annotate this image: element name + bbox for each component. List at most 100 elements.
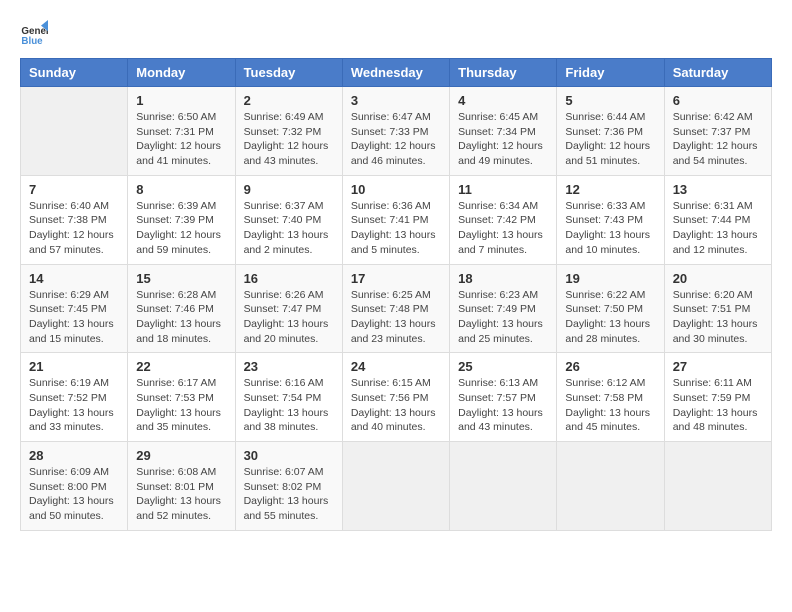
calendar-week-4: 21 Sunrise: 6:19 AM Sunset: 7:52 PM Dayli… <box>21 353 772 442</box>
day-number: 6 <box>673 93 763 108</box>
day-number: 9 <box>244 182 334 197</box>
calendar-cell: 14 Sunrise: 6:29 AM Sunset: 7:45 PM Dayli… <box>21 264 128 353</box>
day-info: Sunrise: 6:22 AM Sunset: 7:50 PM Dayligh… <box>565 288 655 347</box>
day-info: Sunrise: 6:25 AM Sunset: 7:48 PM Dayligh… <box>351 288 441 347</box>
svg-text:Blue: Blue <box>21 36 43 47</box>
calendar-cell: 16 Sunrise: 6:26 AM Sunset: 7:47 PM Dayli… <box>235 264 342 353</box>
calendar-cell: 17 Sunrise: 6:25 AM Sunset: 7:48 PM Dayli… <box>342 264 449 353</box>
day-info: Sunrise: 6:36 AM Sunset: 7:41 PM Dayligh… <box>351 199 441 258</box>
day-info: Sunrise: 6:45 AM Sunset: 7:34 PM Dayligh… <box>458 110 548 169</box>
col-tuesday: Tuesday <box>235 59 342 87</box>
day-number: 20 <box>673 271 763 286</box>
day-number: 23 <box>244 359 334 374</box>
day-info: Sunrise: 6:17 AM Sunset: 7:53 PM Dayligh… <box>136 376 226 435</box>
calendar-week-5: 28 Sunrise: 6:09 AM Sunset: 8:00 PM Dayli… <box>21 442 772 531</box>
day-number: 13 <box>673 182 763 197</box>
calendar-cell: 9 Sunrise: 6:37 AM Sunset: 7:40 PM Daylig… <box>235 175 342 264</box>
page-header: General Blue <box>20 20 772 48</box>
day-info: Sunrise: 6:11 AM Sunset: 7:59 PM Dayligh… <box>673 376 763 435</box>
calendar-cell: 25 Sunrise: 6:13 AM Sunset: 7:57 PM Dayli… <box>450 353 557 442</box>
col-thursday: Thursday <box>450 59 557 87</box>
day-info: Sunrise: 6:08 AM Sunset: 8:01 PM Dayligh… <box>136 465 226 524</box>
day-number: 12 <box>565 182 655 197</box>
day-info: Sunrise: 6:13 AM Sunset: 7:57 PM Dayligh… <box>458 376 548 435</box>
day-info: Sunrise: 6:50 AM Sunset: 7:31 PM Dayligh… <box>136 110 226 169</box>
calendar-cell: 18Sunrise: 6:23 AM Sunset: 7:49 PM Dayli… <box>450 264 557 353</box>
day-info: Sunrise: 6:26 AM Sunset: 7:47 PM Dayligh… <box>244 288 334 347</box>
calendar-week-1: 1 Sunrise: 6:50 AM Sunset: 7:31 PM Daylig… <box>21 87 772 176</box>
day-number: 14 <box>29 271 119 286</box>
col-monday: Monday <box>128 59 235 87</box>
calendar-cell: 23Sunrise: 6:16 AM Sunset: 7:54 PM Dayli… <box>235 353 342 442</box>
calendar-header: Sunday Monday Tuesday Wednesday Thursday… <box>21 59 772 87</box>
day-number: 28 <box>29 448 119 463</box>
day-number: 26 <box>565 359 655 374</box>
calendar-cell: 3 Sunrise: 6:47 AM Sunset: 7:33 PM Daylig… <box>342 87 449 176</box>
calendar-week-3: 14 Sunrise: 6:29 AM Sunset: 7:45 PM Dayli… <box>21 264 772 353</box>
col-saturday: Saturday <box>664 59 771 87</box>
calendar-cell: 27Sunrise: 6:11 AM Sunset: 7:59 PM Dayli… <box>664 353 771 442</box>
col-wednesday: Wednesday <box>342 59 449 87</box>
calendar-cell <box>21 87 128 176</box>
calendar-cell <box>557 442 664 531</box>
calendar-cell: 5 Sunrise: 6:44 AM Sunset: 7:36 PM Daylig… <box>557 87 664 176</box>
day-number: 16 <box>244 271 334 286</box>
day-info: Sunrise: 6:15 AM Sunset: 7:56 PM Dayligh… <box>351 376 441 435</box>
calendar-cell: 10Sunrise: 6:36 AM Sunset: 7:41 PM Dayli… <box>342 175 449 264</box>
logo: General Blue <box>20 20 48 48</box>
calendar-cell <box>342 442 449 531</box>
day-number: 25 <box>458 359 548 374</box>
calendar-body: 1 Sunrise: 6:50 AM Sunset: 7:31 PM Daylig… <box>21 87 772 531</box>
day-number: 8 <box>136 182 226 197</box>
day-number: 3 <box>351 93 441 108</box>
calendar-cell: 24 Sunrise: 6:15 AM Sunset: 7:56 PM Dayli… <box>342 353 449 442</box>
calendar-cell: 21 Sunrise: 6:19 AM Sunset: 7:52 PM Dayli… <box>21 353 128 442</box>
calendar-cell: 28 Sunrise: 6:09 AM Sunset: 8:00 PM Dayli… <box>21 442 128 531</box>
day-info: Sunrise: 6:42 AM Sunset: 7:37 PM Dayligh… <box>673 110 763 169</box>
day-number: 22 <box>136 359 226 374</box>
calendar-cell: 2 Sunrise: 6:49 AM Sunset: 7:32 PM Daylig… <box>235 87 342 176</box>
calendar-cell: 6 Sunrise: 6:42 AM Sunset: 7:37 PM Daylig… <box>664 87 771 176</box>
day-number: 5 <box>565 93 655 108</box>
day-number: 19 <box>565 271 655 286</box>
day-info: Sunrise: 6:40 AM Sunset: 7:38 PM Dayligh… <box>29 199 119 258</box>
calendar-cell: 7 Sunrise: 6:40 AM Sunset: 7:38 PM Daylig… <box>21 175 128 264</box>
calendar-cell: 22 Sunrise: 6:17 AM Sunset: 7:53 PM Dayli… <box>128 353 235 442</box>
day-number: 15 <box>136 271 226 286</box>
day-info: Sunrise: 6:09 AM Sunset: 8:00 PM Dayligh… <box>29 465 119 524</box>
day-info: Sunrise: 6:47 AM Sunset: 7:33 PM Dayligh… <box>351 110 441 169</box>
calendar-cell: 12Sunrise: 6:33 AM Sunset: 7:43 PM Dayli… <box>557 175 664 264</box>
calendar-cell: 11 Sunrise: 6:34 AM Sunset: 7:42 PM Dayli… <box>450 175 557 264</box>
calendar-week-2: 7 Sunrise: 6:40 AM Sunset: 7:38 PM Daylig… <box>21 175 772 264</box>
day-number: 7 <box>29 182 119 197</box>
day-info: Sunrise: 6:07 AM Sunset: 8:02 PM Dayligh… <box>244 465 334 524</box>
day-number: 29 <box>136 448 226 463</box>
day-number: 17 <box>351 271 441 286</box>
calendar-cell: 15 Sunrise: 6:28 AM Sunset: 7:46 PM Dayli… <box>128 264 235 353</box>
day-number: 1 <box>136 93 226 108</box>
day-number: 4 <box>458 93 548 108</box>
day-info: Sunrise: 6:34 AM Sunset: 7:42 PM Dayligh… <box>458 199 548 258</box>
calendar-cell: 8 Sunrise: 6:39 AM Sunset: 7:39 PM Daylig… <box>128 175 235 264</box>
calendar-cell: 1 Sunrise: 6:50 AM Sunset: 7:31 PM Daylig… <box>128 87 235 176</box>
day-info: Sunrise: 6:19 AM Sunset: 7:52 PM Dayligh… <box>29 376 119 435</box>
day-info: Sunrise: 6:49 AM Sunset: 7:32 PM Dayligh… <box>244 110 334 169</box>
calendar-cell <box>450 442 557 531</box>
col-sunday: Sunday <box>21 59 128 87</box>
day-info: Sunrise: 6:20 AM Sunset: 7:51 PM Dayligh… <box>673 288 763 347</box>
day-number: 24 <box>351 359 441 374</box>
day-number: 11 <box>458 182 548 197</box>
calendar-cell: 19 Sunrise: 6:22 AM Sunset: 7:50 PM Dayli… <box>557 264 664 353</box>
day-info: Sunrise: 6:39 AM Sunset: 7:39 PM Dayligh… <box>136 199 226 258</box>
col-friday: Friday <box>557 59 664 87</box>
calendar-cell: 30Sunrise: 6:07 AM Sunset: 8:02 PM Dayli… <box>235 442 342 531</box>
day-number: 2 <box>244 93 334 108</box>
day-info: Sunrise: 6:37 AM Sunset: 7:40 PM Dayligh… <box>244 199 334 258</box>
logo-icon: General Blue <box>20 20 48 48</box>
day-info: Sunrise: 6:29 AM Sunset: 7:45 PM Dayligh… <box>29 288 119 347</box>
header-row: Sunday Monday Tuesday Wednesday Thursday… <box>21 59 772 87</box>
day-info: Sunrise: 6:44 AM Sunset: 7:36 PM Dayligh… <box>565 110 655 169</box>
day-info: Sunrise: 6:28 AM Sunset: 7:46 PM Dayligh… <box>136 288 226 347</box>
day-number: 18 <box>458 271 548 286</box>
day-number: 21 <box>29 359 119 374</box>
